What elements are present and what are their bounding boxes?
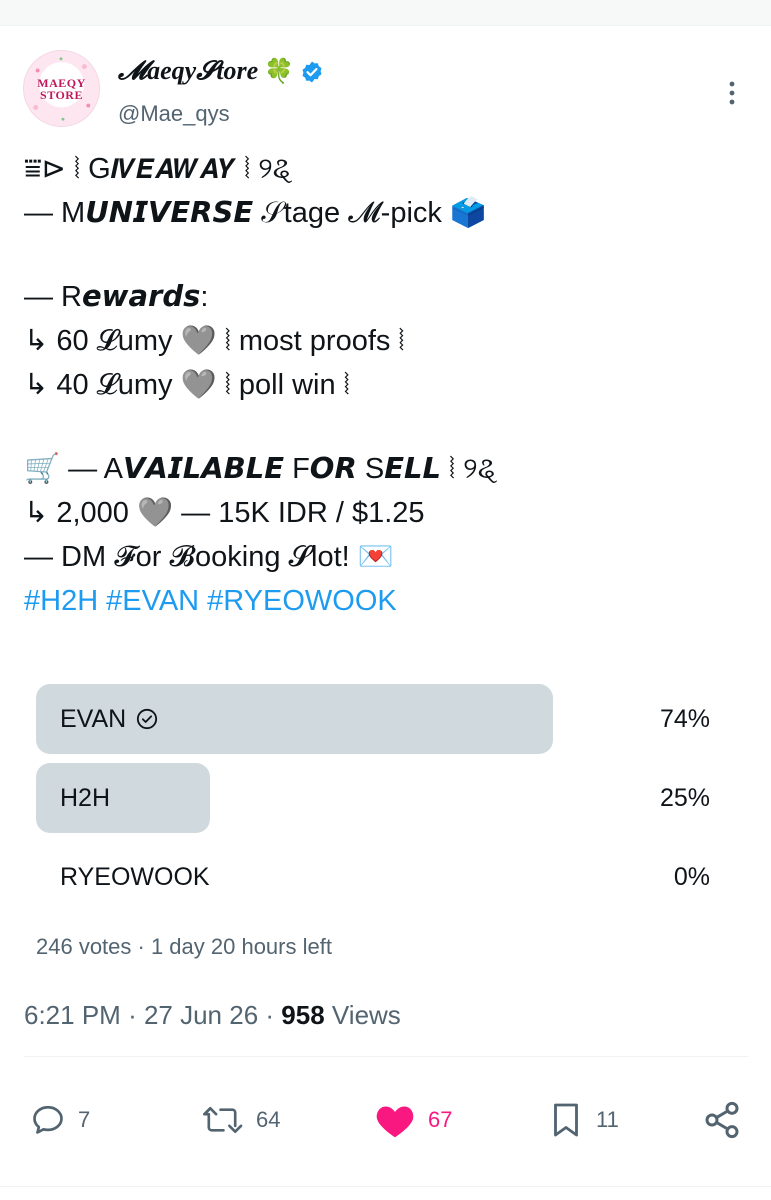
views-label: Views [331,1000,401,1030]
poll-option: H2H 25% [36,763,736,833]
reply-count: 7 [78,1107,91,1132]
check-circle-icon [137,708,158,730]
display-name[interactable]: 𝓜aeqy𝓢tore 🍀 [118,56,324,87]
verified-badge-icon [302,61,322,82]
poll-option-label: RYEOWOOK [60,862,210,891]
poll-option: EVAN 74% [36,684,736,754]
tweet-line: ↳ 2,000 🩶 — 15K IDR / $1.25 [24,497,425,529]
poll-summary: 246 votes · 1 day 20 hours left [36,934,332,959]
reply-button[interactable]: 7 [30,1090,90,1150]
repost-count: 64 [256,1107,281,1132]
hashtag-link[interactable]: #RYEOWOOK [207,579,397,623]
clover-emoji: 🍀 [264,59,295,85]
share-button[interactable] [702,1090,742,1150]
hashtag-link[interactable]: #EVAN [106,579,199,623]
tweet-line: — R𝙚𝙬𝙖𝙧𝙙𝙨: [24,281,209,313]
avatar[interactable]: MAEQY STORE [23,50,100,127]
meta-separator: · [265,1000,282,1030]
like-count: 67 [428,1107,453,1132]
bookmark-icon [554,1103,578,1137]
repost-icon [203,1106,243,1134]
poll-option-percent: 25% [659,783,710,812]
bookmark-button[interactable]: 11 [548,1090,619,1150]
poll-option-percent: 0% [673,862,710,891]
handle[interactable]: @Mae_qys [118,101,230,127]
share-icon [705,1101,739,1139]
tweet-line: ↳ 60 𝓛umy 🩶 ⦚ most proofs ⦚ [24,325,405,357]
tweet-date[interactable]: 27 Jun 26 [144,1000,258,1030]
views-count: 958 [281,1000,325,1030]
top-strip [0,0,771,26]
hashtag-row: #H2H #EVAN #RYEOWOOK [24,579,754,623]
poll-option: RYEOWOOK 0% [36,842,736,912]
tweet-line: 🛒 — A𝙑𝘼𝙄𝙇𝘼𝘽𝙇𝙀 F𝙊𝙍 S𝙀𝙇𝙇 ⦚ ୨ୡ [24,453,498,485]
tweet-line: ↳ 40 𝓛umy 🩶 ⦚ poll win ⦚ [24,369,350,401]
reply-icon [33,1105,63,1134]
tweet-text: ⩸⊳ ⦚ G𝙄𝙑𝙀𝘼𝙒𝘼𝙔 ⦚ ୨ୡ — M𝙐𝙉𝙄𝙑𝙀𝙍𝙎𝙀 𝒮tage 𝓜-p… [24,147,754,623]
more-options-icon[interactable] [724,78,740,108]
bottom-strip [0,1186,771,1200]
tweet-meta: 6:21 PM · 27 Jun 26 · 958 Views [24,1000,401,1031]
action-bar: 7 64 67 11 [0,1090,771,1150]
tweet-time[interactable]: 6:21 PM [24,1000,121,1030]
meta-separator: · [128,1000,144,1030]
display-name-text: 𝓜aeqy𝓢tore [118,56,259,85]
divider [24,1056,748,1057]
hashtag-link[interactable]: #H2H [24,579,98,623]
tweet-line: — M𝙐𝙉𝙄𝙑𝙀𝙍𝙎𝙀 𝒮tage 𝓜-pick 🗳️ [24,197,487,229]
avatar-decoration [33,57,91,121]
heart-icon [376,1106,414,1138]
bookmark-count: 11 [596,1107,619,1132]
poll-option-label: EVAN [60,704,127,733]
like-button[interactable]: 67 [374,1090,452,1150]
repost-button[interactable]: 64 [200,1090,280,1150]
tweet-line: — DM 𝓕or 𝓑ooking 𝓢lot! 💌 [24,541,394,573]
poll-option-label: H2H [60,783,111,812]
tweet-line: ⩸⊳ ⦚ G𝙄𝙑𝙀𝘼𝙒𝘼𝙔 ⦚ ୨ୡ [24,153,293,185]
poll: EVAN 74% H2H 25% RYEOWOOK 0% [36,684,736,921]
poll-option-percent: 74% [659,704,710,733]
